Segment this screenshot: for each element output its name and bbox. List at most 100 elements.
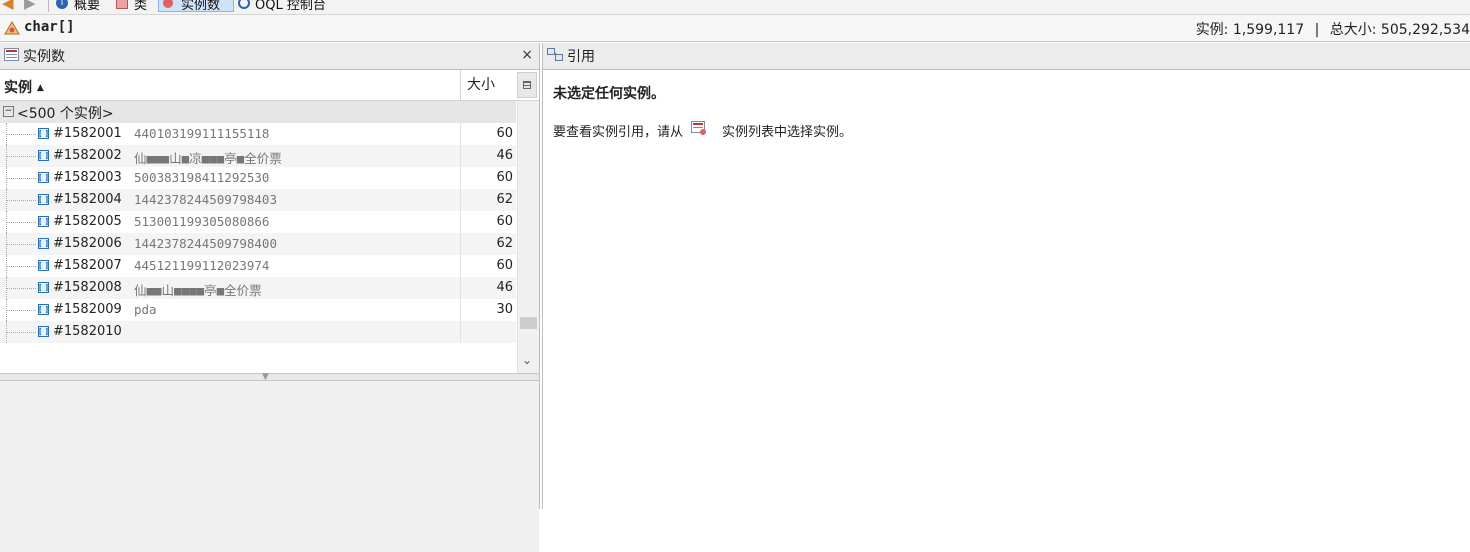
references-hint: 要查看实例引用，请从 实例列表中选择实例。 <box>553 121 852 140</box>
instance-id: #1582007 <box>53 258 122 273</box>
instances-icon <box>163 0 173 8</box>
table-header: 实例 ▲ 大小 <box>0 70 539 101</box>
instance-value: 1442378244509798400 <box>134 236 277 251</box>
tree-connector <box>6 123 36 145</box>
instance-size: 60 <box>460 255 516 277</box>
instance-size: 62 <box>460 233 516 255</box>
panel-splitter[interactable]: ▼ <box>0 372 539 382</box>
instances-panel-title: 实例数 <box>23 49 65 65</box>
vertical-scrollbar[interactable]: ⌄ <box>517 101 539 373</box>
classes-icon <box>116 0 128 9</box>
instance-id: #1582008 <box>53 280 122 295</box>
instance-list: − <500 个实例> #1582001 440103199111155118 60… <box>0 101 516 373</box>
table-row[interactable]: #1582003 500383198411292530 60 <box>0 167 516 189</box>
instance-value: pda <box>134 302 157 317</box>
instance-size: 60 <box>460 211 516 233</box>
instance-id: #1582004 <box>53 192 122 207</box>
forward-icon[interactable]: ▶ <box>24 0 36 12</box>
column-instance[interactable]: 实例 ▲ <box>4 77 44 97</box>
array-instance-icon <box>38 172 49 183</box>
tree-connector <box>6 321 36 343</box>
oql-icon <box>238 0 250 9</box>
table-row[interactable]: #1582001 440103199111155118 60 <box>0 123 516 145</box>
instance-value: 445121199112023974 <box>134 258 270 273</box>
toolbar: ◀ ▶ i 概要 类 实例数 OQL 控制台 <box>0 0 1470 15</box>
no-selection-message: 未选定任何实例。 <box>553 86 665 102</box>
tree-connector <box>6 167 36 189</box>
array-instance-icon <box>38 304 49 315</box>
instance-size: 60 <box>460 167 516 189</box>
instances-panel-header: 实例数 × <box>0 43 539 70</box>
table-row[interactable]: #1582010 <box>0 321 516 343</box>
table-row[interactable]: #1582009 pda 30 <box>0 299 516 321</box>
array-instance-icon <box>38 150 49 161</box>
tree-connector <box>6 145 36 167</box>
tree-connector <box>6 189 36 211</box>
references-panel: 引用 未选定任何实例。 要查看实例引用，请从 实例列表中选择实例。 <box>542 43 1470 509</box>
column-size[interactable]: 大小 <box>460 70 516 100</box>
instance-value: 仙■■■山■凉■■■亭■全价票 <box>134 151 282 166</box>
sort-ascending-icon: ▲ <box>36 83 44 93</box>
instance-size: 30 <box>460 299 516 321</box>
tab-oql-console[interactable]: OQL 控制台 <box>238 0 326 13</box>
instances-list-icon <box>691 121 708 140</box>
instance-id: #1582002 <box>53 148 122 163</box>
instance-value: 1442378244509798403 <box>134 192 277 207</box>
instances-panel: 实例数 × 实例 ▲ 大小 − <500 个实例> #1582001 440103… <box>0 43 540 552</box>
table-row[interactable]: #1582002 仙■■■山■凉■■■亭■全价票 46 <box>0 145 516 167</box>
class-icon <box>4 21 20 39</box>
instances-panel-icon <box>4 47 19 65</box>
class-stats: 实例: 1,599,117 | 总大小: 505,292,534 <box>1195 22 1470 38</box>
tree-connector <box>6 299 36 321</box>
tree-connector <box>6 233 36 255</box>
class-name: char[] <box>24 19 75 35</box>
table-row[interactable]: #1582005 513001199305080866 60 <box>0 211 516 233</box>
collapse-icon[interactable]: − <box>3 106 14 117</box>
instance-group-label: <500 个实例> <box>17 106 114 122</box>
instance-id: #1582010 <box>53 324 122 339</box>
references-panel-header: 引用 <box>543 43 1470 70</box>
instance-group-row[interactable]: − <500 个实例> <box>0 101 516 123</box>
references-message: 未选定任何实例。 要查看实例引用，请从 实例列表中选择实例。 <box>553 83 852 140</box>
instance-details-area <box>0 381 539 552</box>
instance-id: #1582005 <box>53 214 122 229</box>
column-chooser-button[interactable] <box>517 72 537 98</box>
column-chooser-icon <box>523 81 531 89</box>
instance-id: #1582006 <box>53 236 122 251</box>
instance-id: #1582003 <box>53 170 122 185</box>
instance-size: 62 <box>460 189 516 211</box>
array-instance-icon <box>38 216 49 227</box>
references-icon <box>547 47 563 65</box>
instance-id: #1582001 <box>53 126 122 141</box>
instance-size: 60 <box>460 123 516 145</box>
table-row[interactable]: #1582004 1442378244509798403 62 <box>0 189 516 211</box>
instance-value: 仙■■山■■■■亭■全价票 <box>134 283 262 298</box>
table-row[interactable]: #1582007 445121199112023974 60 <box>0 255 516 277</box>
info-icon: i <box>56 0 68 9</box>
instance-id: #1582009 <box>53 302 122 317</box>
instance-size <box>460 321 516 343</box>
array-instance-icon <box>38 326 49 337</box>
tab-instances[interactable]: 实例数 <box>158 0 234 13</box>
array-instance-icon <box>38 282 49 293</box>
tree-connector <box>6 211 36 233</box>
array-instance-icon <box>38 128 49 139</box>
tab-summary[interactable]: i 概要 <box>56 0 100 13</box>
scroll-down-icon[interactable]: ⌄ <box>522 353 532 367</box>
array-instance-icon <box>38 194 49 205</box>
instance-size: 46 <box>460 145 516 167</box>
references-panel-title: 引用 <box>567 49 595 65</box>
array-instance-icon <box>38 238 49 249</box>
tab-classes[interactable]: 类 <box>116 0 147 13</box>
class-info-bar: char[] 实例: 1,599,117 | 总大小: 505,292,534 <box>0 15 1470 42</box>
scrollbar-thumb[interactable] <box>520 317 537 329</box>
back-icon[interactable]: ◀ <box>2 0 14 12</box>
array-instance-icon <box>38 260 49 271</box>
instance-size: 46 <box>460 277 516 299</box>
instance-value: 513001199305080866 <box>134 214 270 229</box>
tree-connector <box>6 255 36 277</box>
close-icon[interactable]: × <box>521 47 533 63</box>
table-row[interactable]: #1582008 仙■■山■■■■亭■全价票 46 <box>0 277 516 299</box>
table-row[interactable]: #1582006 1442378244509798400 62 <box>0 233 516 255</box>
instance-value: 500383198411292530 <box>134 170 270 185</box>
